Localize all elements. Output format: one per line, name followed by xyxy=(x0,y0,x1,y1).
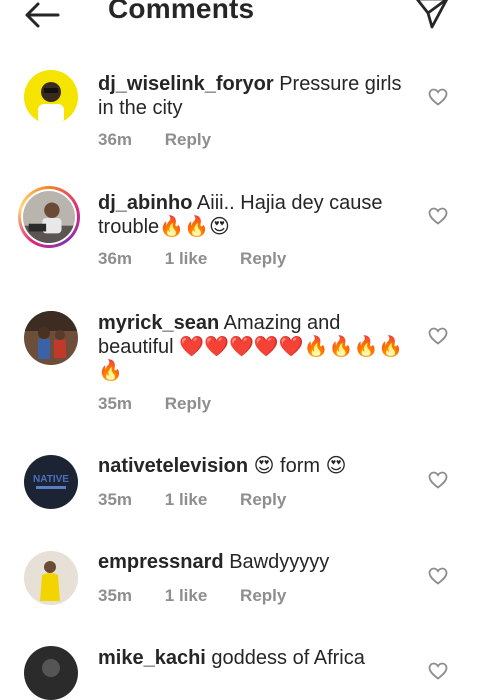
comment-username[interactable]: myrick_sean xyxy=(98,312,219,334)
comment-text: 😍 form 😍 xyxy=(253,455,347,477)
like-heart-icon[interactable] xyxy=(428,207,448,225)
page-title: Comments xyxy=(108,0,255,24)
reply-button[interactable]: Reply xyxy=(165,394,211,413)
like-heart-icon[interactable] xyxy=(428,662,448,680)
avatar[interactable] xyxy=(24,70,78,124)
reply-button[interactable]: Reply xyxy=(240,249,286,268)
header: Comments xyxy=(0,0,480,40)
avatar[interactable] xyxy=(18,186,80,248)
avatar[interactable] xyxy=(24,646,78,700)
like-heart-icon[interactable] xyxy=(428,471,448,489)
comment-time: 35m xyxy=(98,490,133,509)
svg-text:NATIVE: NATIVE xyxy=(33,474,69,485)
reply-button[interactable]: Reply xyxy=(165,130,211,149)
likes-count[interactable]: 1 like xyxy=(165,586,208,605)
comment-text: Bawdyyyyy xyxy=(229,551,330,573)
reply-button[interactable]: Reply xyxy=(240,490,286,509)
likes-count[interactable]: 1 like xyxy=(165,249,208,268)
back-arrow-icon[interactable] xyxy=(22,0,62,30)
comment-time: 35m xyxy=(98,394,133,413)
comment-time: 36m xyxy=(98,130,133,149)
comment-username[interactable]: dj_abinho xyxy=(98,192,192,214)
like-heart-icon[interactable] xyxy=(428,567,448,585)
like-heart-icon[interactable] xyxy=(428,327,448,345)
comment-time: 36m xyxy=(98,249,133,268)
comment-username[interactable]: dj_wiselink_foryor xyxy=(98,73,274,95)
reply-button[interactable]: Reply xyxy=(240,586,286,605)
comment-username[interactable]: nativetelevision xyxy=(98,455,248,477)
avatar[interactable] xyxy=(24,551,78,605)
comment-username[interactable]: empressnard xyxy=(98,551,224,573)
comment-time: 35m xyxy=(98,586,133,605)
like-heart-icon[interactable] xyxy=(428,88,448,106)
avatar[interactable] xyxy=(24,311,78,365)
avatar[interactable]: NATIVE xyxy=(24,455,78,509)
comment-username[interactable]: mike_kachi xyxy=(98,647,206,669)
likes-count[interactable]: 1 like xyxy=(165,490,208,509)
send-icon[interactable] xyxy=(414,0,450,30)
comment-text: goddess of Africa xyxy=(211,647,365,669)
